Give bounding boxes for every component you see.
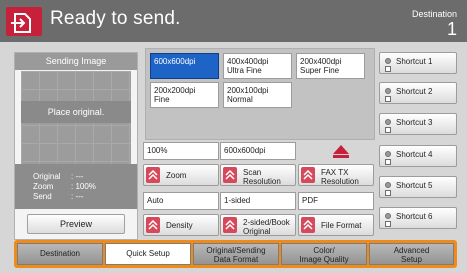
res-200x100[interactable]: 200x100dpi Normal [223,82,292,108]
shortcut-label: Shortcut 5 [396,181,433,190]
tab-bar: Destination Quick Setup Original/Sending… [14,240,457,268]
shortcut-dot-icon [385,151,391,157]
info-zoom: Zoom : 100% [33,182,96,192]
info-send: Send : --- [33,192,96,202]
zoom-label: Zoom [166,171,187,180]
info-value: : --- [71,192,84,201]
info-value: : 100% [71,182,96,191]
density-label: Density [166,221,193,230]
info-key: Send [33,192,52,201]
chevron-up-icon [146,217,160,233]
resolution-panel: 600x600dpi 400x400dpi Ultra Fine 200x400… [145,48,375,140]
shortcut-2-button[interactable]: Shortcut 2 [379,82,457,104]
shortcut-label: Shortcut 1 [396,57,433,66]
info-key: Original [33,172,61,181]
res-200x400[interactable]: 200x400dpi Super Fine [296,53,365,79]
density-button[interactable]: Density [143,214,219,236]
zoom-value: 100% [143,142,219,160]
header-bar: Ready to send. Destination 1 [0,0,467,42]
shortcut-label: Shortcut 6 [396,212,433,221]
shortcut-dot-icon [385,182,391,188]
info-original: Original : --- [33,172,96,182]
preview-button[interactable]: Preview [27,214,125,234]
destination-label: Destination [411,9,457,19]
chevron-up-icon [223,167,237,183]
preview-info: Original : --- Zoom : 100% Send : --- [33,172,96,202]
density-value: Auto [143,192,219,210]
zoom-button[interactable]: Zoom [143,164,219,186]
fax-tx-resolution-label: FAX TX Resolution [321,168,359,186]
shortcut-dot-icon [385,58,391,64]
fax-tx-resolution-button[interactable]: FAX TX Resolution [298,164,374,186]
shortcut-label: Shortcut 4 [396,150,433,159]
shortcut-label: Shortcut 2 [396,87,433,96]
res-200x200[interactable]: 200x200dpi Fine [150,82,219,108]
original-value: 1-sided [220,192,296,210]
res-600x600[interactable]: 600x600dpi [150,53,219,79]
res-400x400[interactable]: 400x400dpi Ultra Fine [223,53,292,79]
chevron-up-icon [301,217,315,233]
edit-icon [385,159,391,165]
scan-resolution-label: Scan Resolution [243,168,281,186]
place-original-message: Place original. [21,101,131,123]
panel-title: Sending Image [15,53,137,70]
tab-advanced-setup[interactable]: Advanced Setup [369,243,454,265]
scan-resolution-button[interactable]: Scan Resolution [220,164,296,186]
edit-icon [385,66,391,72]
edit-icon [385,190,391,196]
shortcut-5-button[interactable]: Shortcut 5 [379,176,457,198]
shortcut-1-button[interactable]: Shortcut 1 [379,52,457,74]
edit-icon [385,221,391,227]
shortcut-dot-icon [385,213,391,219]
scan-resolution-value: 600x600dpi [220,142,296,160]
destination-count: 1 [446,19,457,39]
shortcut-dot-icon [385,119,391,125]
tab-destination[interactable]: Destination [17,243,103,265]
status-text: Ready to send. [50,8,181,29]
tab-color-image-quality[interactable]: Color/ Image Quality [281,243,367,265]
file-format-label: File Format [321,221,362,230]
shortcut-6-button[interactable]: Shortcut 6 [379,207,457,229]
chevron-up-icon [223,217,237,233]
info-value: : --- [71,172,84,181]
edit-icon [385,96,391,102]
shortcut-3-button[interactable]: Shortcut 3 [379,113,457,135]
chevron-up-icon [301,167,315,183]
send-document-icon [6,7,42,36]
shortcut-dot-icon [385,88,391,94]
chevron-up-icon [146,167,160,183]
edit-icon [385,127,391,133]
send-screen: Ready to send. Destination 1 Sending Ima… [0,0,467,273]
file-format-value: PDF [298,192,374,210]
original-button[interactable]: 2-sided/Book Original [220,214,296,236]
original-label: 2-sided/Book Original [243,218,290,236]
shortcut-label: Shortcut 3 [396,118,433,127]
warning-triangle-icon [333,145,349,158]
info-key: Zoom [33,182,54,191]
tab-quick-setup[interactable]: Quick Setup [105,243,191,265]
shortcut-4-button[interactable]: Shortcut 4 [379,145,457,167]
tab-original-sending-data-format[interactable]: Original/Sending Data Format [193,243,279,265]
sending-image-panel: Sending Image Place original. Original :… [14,52,138,240]
file-format-button[interactable]: File Format [298,214,374,236]
